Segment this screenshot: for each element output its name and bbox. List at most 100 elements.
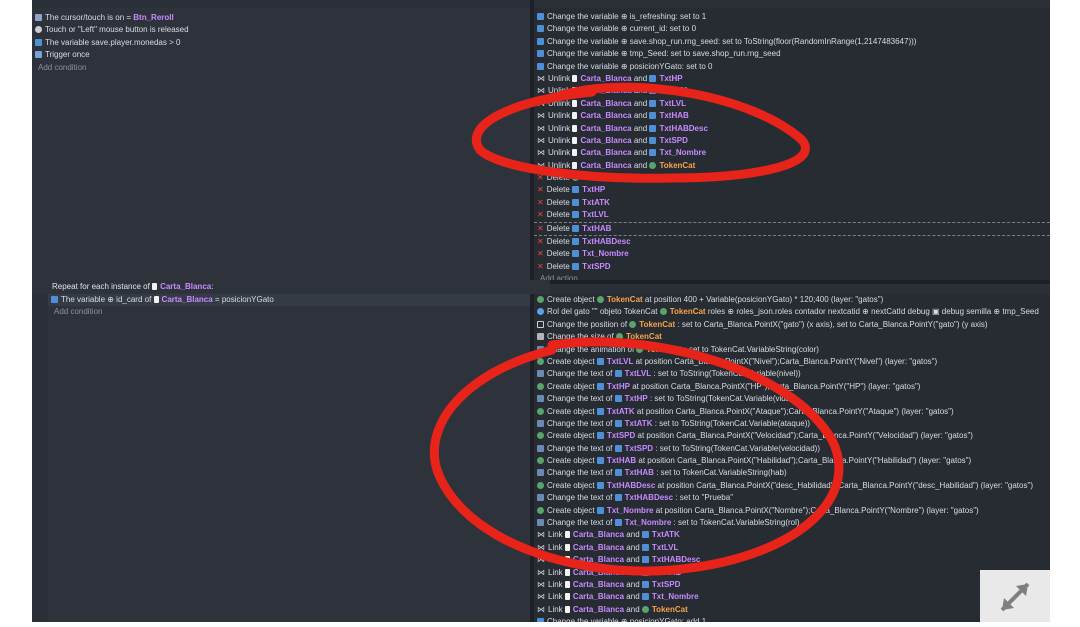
action-row[interactable]: Change the text of Txt_Nombre : set to T… bbox=[534, 517, 1050, 529]
delete-row[interactable]: ✕ Delete TxtHAB bbox=[534, 221, 1050, 237]
sprite-icon bbox=[564, 556, 570, 564]
link-row[interactable]: ⋈ Link Carta_Blanca and TxtLVL bbox=[534, 542, 1050, 554]
action-pre: Change the size of bbox=[547, 332, 614, 342]
action-row[interactable]: Change the animation of TokenCat : set t… bbox=[534, 344, 1050, 356]
action-row[interactable]: Change the variable ⊕ save.shop_run.rng_… bbox=[534, 36, 1050, 48]
delete-row[interactable]: ✕ Delete TokenCat bbox=[534, 172, 1050, 184]
unlink-row[interactable]: ⋈ Unlink Carta_Blanca and TxtHAB bbox=[534, 110, 1050, 122]
action-row[interactable]: Change the text of TxtLVL : set to ToStr… bbox=[534, 368, 1050, 380]
sprite-icon bbox=[572, 161, 578, 169]
link-row[interactable]: ⋈ Link Carta_Blanca and Txt_Nombre bbox=[534, 591, 1050, 603]
unlink-row[interactable]: ⋈ Unlink Carta_Blanca and TxtHABDesc bbox=[534, 123, 1050, 135]
delete-icon: ✕ bbox=[537, 223, 544, 233]
action-pre: Change the text of bbox=[547, 394, 613, 404]
object-b: TxtLVL bbox=[659, 98, 686, 108]
action-row[interactable]: Create object TokenCat at position 400 +… bbox=[534, 294, 1050, 306]
unlink-label: Unlink bbox=[548, 98, 571, 108]
action-row[interactable]: Change the text of TxtHAB : set to Token… bbox=[534, 467, 1050, 479]
unlink-row[interactable]: ⋈ Unlink Carta_Blanca and TxtSPD bbox=[534, 135, 1050, 147]
unlink-row[interactable]: ⋈ Unlink Carta_Blanca and TxtHP bbox=[534, 73, 1050, 85]
create-object-icon bbox=[537, 382, 544, 390]
action-row[interactable]: Create object TxtHABDesc at position Car… bbox=[534, 480, 1050, 492]
unlink-row[interactable]: ⋈ Unlink Carta_Blanca and TokenCat bbox=[534, 160, 1050, 172]
action-row[interactable]: Change the position of TokenCat : set to… bbox=[534, 319, 1050, 331]
action-row[interactable]: Change the variable ⊕ is_refreshing: set… bbox=[534, 11, 1050, 23]
object-b: TxtSPD bbox=[659, 135, 688, 145]
link-row[interactable]: ⋈ Link Carta_Blanca and TokenCat bbox=[534, 604, 1050, 616]
condition-row[interactable]: Touch or "Left" mouse button is released bbox=[32, 24, 530, 36]
action-object: TxtSPD bbox=[606, 431, 636, 441]
unlink-row[interactable]: ⋈ Unlink Carta_Blanca and Txt_Nombre bbox=[534, 147, 1050, 159]
add-condition-button[interactable]: Add condition bbox=[32, 62, 530, 74]
unlink-icon: ⋈ bbox=[537, 73, 545, 83]
action-row[interactable]: Change the size of TokenCat bbox=[534, 331, 1050, 343]
object-a: Carta_Blanca bbox=[580, 73, 632, 83]
variable-icon bbox=[537, 618, 544, 622]
delete-row[interactable]: ✕ Delete TxtATK bbox=[534, 197, 1050, 209]
delete-object: TokenCat bbox=[582, 173, 618, 183]
action-row[interactable]: Change the text of TxtATK : set to ToStr… bbox=[534, 418, 1050, 430]
unlink-icon: ⋈ bbox=[537, 98, 545, 108]
expand-fullscreen-button[interactable] bbox=[980, 570, 1050, 622]
delete-row[interactable]: ✕ Delete TxtSPD bbox=[534, 261, 1050, 273]
object-icon bbox=[614, 370, 622, 378]
link-row[interactable]: ⋈ Link Carta_Blanca and TxtHAB bbox=[534, 567, 1050, 579]
action-row[interactable]: Create object TxtATK at position Carta_B… bbox=[534, 406, 1050, 418]
delete-row[interactable]: ✕ Delete TxtLVL bbox=[534, 209, 1050, 221]
unlink-label: Unlink bbox=[548, 123, 571, 133]
action-row[interactable]: Create object TxtLVL at position Carta_B… bbox=[534, 356, 1050, 368]
create-object-icon bbox=[537, 432, 544, 440]
text-object-icon bbox=[572, 250, 580, 258]
and-label: and bbox=[633, 123, 648, 133]
action-row[interactable]: Create object TxtHAB at position Carta_B… bbox=[534, 455, 1050, 467]
delete-row[interactable]: ✕ Delete Txt_Nombre bbox=[534, 248, 1050, 260]
unlink-row[interactable]: ⋈ Unlink Carta_Blanca and TxtLVL bbox=[534, 98, 1050, 110]
action-row[interactable]: Create object Txt_Nombre at position Car… bbox=[534, 505, 1050, 517]
action-pre: Create object bbox=[547, 505, 595, 515]
repeat-for-each-header[interactable]: Repeat for each instance of Carta_Blanca… bbox=[32, 280, 550, 294]
link-row[interactable]: ⋈ Link Carta_Blanca and TxtATK bbox=[534, 529, 1050, 541]
delete-label: Delete bbox=[546, 249, 570, 259]
repeat-object: Carta_Blanca bbox=[160, 282, 212, 291]
action-rest: at position Carta_Blanca.PointX("Nombre"… bbox=[655, 505, 979, 515]
action-row[interactable]: Change the variable ⊕ posicionYGato: set… bbox=[534, 61, 1050, 73]
link-label: Link bbox=[548, 530, 563, 540]
condition-row[interactable]: Trigger once bbox=[32, 49, 530, 61]
event2-condition[interactable]: The variable ⊕ id_card of Carta_Blanca =… bbox=[48, 294, 530, 307]
action-row[interactable]: Change the text of TxtSPD : set to ToStr… bbox=[534, 443, 1050, 455]
add-condition-button[interactable]: Add condition bbox=[48, 306, 530, 318]
variable-icon bbox=[35, 38, 42, 46]
events-sheet: The cursor/touch is on = Btn_Reroll Touch… bbox=[32, 0, 1050, 622]
action-row[interactable]: Create object TxtHP at position Carta_Bl… bbox=[534, 381, 1050, 393]
object-icon bbox=[614, 519, 622, 527]
add-action-button[interactable]: Add action bbox=[534, 273, 1050, 280]
delete-icon: ✕ bbox=[537, 261, 544, 271]
delete-icon: ✕ bbox=[537, 185, 544, 195]
action-row[interactable]: Rol del gato "" objeto TokenCat TokenCat… bbox=[534, 306, 1050, 318]
event1-conditions-pane: The cursor/touch is on = Btn_Reroll Touch… bbox=[32, 8, 530, 280]
action-object: TxtATK bbox=[624, 418, 653, 428]
action-row[interactable]: Change the variable ⊕ current_id: set to… bbox=[534, 23, 1050, 35]
delete-row[interactable]: ✕ Delete TxtHP bbox=[534, 184, 1050, 196]
action-rest: : set to ToString(TokenCat.Variable(vida… bbox=[649, 394, 796, 404]
action-row[interactable]: Change the variable ⊕ tmp_Seed: set to s… bbox=[534, 48, 1050, 60]
text-object-icon bbox=[649, 161, 657, 169]
action-row[interactable]: Change the text of TxtHP : set to ToStri… bbox=[534, 393, 1050, 405]
action-row[interactable]: Change the text of TxtHABDesc : set to "… bbox=[534, 492, 1050, 504]
delete-object: TxtLVL bbox=[582, 210, 609, 220]
delete-row[interactable]: ✕ Delete TxtHABDesc bbox=[534, 236, 1050, 248]
action-row[interactable]: Change the variable ⊕ posicionYGato: add… bbox=[534, 616, 1050, 622]
condition-row[interactable]: The variable save.player.monedas > 0 bbox=[32, 37, 530, 49]
and-label: and bbox=[626, 530, 640, 540]
unlink-row[interactable]: ⋈ Unlink Carta_Blanca and TxtATK bbox=[534, 85, 1050, 97]
condition-row[interactable]: The cursor/touch is on = Btn_Reroll bbox=[32, 12, 530, 24]
object-a: Carta_Blanca bbox=[580, 111, 632, 121]
link-row[interactable]: ⋈ Link Carta_Blanca and TxtHABDesc bbox=[534, 554, 1050, 566]
text-object-icon bbox=[649, 136, 657, 144]
action-text: Change the variable ⊕ current_id: set to… bbox=[547, 24, 697, 34]
link-row[interactable]: ⋈ Link Carta_Blanca and TxtSPD bbox=[534, 579, 1050, 591]
action-object: TxtLVL bbox=[606, 356, 634, 366]
link-label: Link bbox=[548, 592, 563, 602]
text-object-icon bbox=[572, 224, 580, 232]
action-row[interactable]: Create object TxtSPD at position Carta_B… bbox=[534, 430, 1050, 442]
